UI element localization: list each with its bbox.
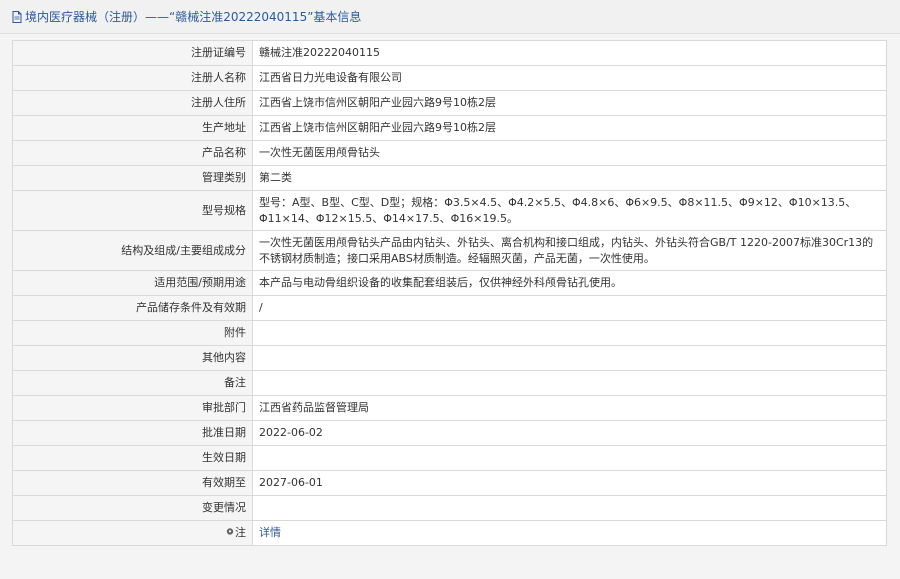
field-value xyxy=(252,445,887,471)
table-row: 产品储存条件及有效期 / xyxy=(12,295,887,321)
field-value: 江西省药品监督管理局 xyxy=(252,395,887,421)
field-label: 注册证编号 xyxy=(12,40,253,66)
field-label: 结构及组成/主要组成成分 xyxy=(12,230,253,271)
note-value: 详情 xyxy=(252,520,887,546)
table-row: 有效期至 2027-06-01 xyxy=(12,470,887,496)
table-row: 型号规格 型号：A型、B型、C型、D型；规格：Φ3.5×4.5、Φ4.2×5.5、… xyxy=(12,190,887,231)
table-row-note: 注 详情 xyxy=(12,520,887,546)
field-label: 变更情况 xyxy=(12,495,253,521)
field-label: 产品储存条件及有效期 xyxy=(12,295,253,321)
table-row: 管理类别 第二类 xyxy=(12,165,887,191)
field-label: 适用范围/预期用途 xyxy=(12,270,253,296)
info-table: 注册证编号 赣械注准20222040115 注册人名称 江西省日力光电设备有限公司 … xyxy=(12,40,887,546)
details-link[interactable]: 详情 xyxy=(259,526,281,539)
note-label: 注 xyxy=(12,520,253,546)
field-label: 型号规格 xyxy=(12,190,253,231)
field-label: 附件 xyxy=(12,320,253,346)
field-value: / xyxy=(252,295,887,321)
table-row: 生效日期 xyxy=(12,445,887,471)
field-value: 一次性无菌医用颅骨钻头 xyxy=(252,140,887,166)
table-row: 注册人名称 江西省日力光电设备有限公司 xyxy=(12,65,887,91)
field-value: 江西省日力光电设备有限公司 xyxy=(252,65,887,91)
field-label: 注册人住所 xyxy=(12,90,253,116)
field-value: 一次性无菌医用颅骨钻头产品由内钻头、外钻头、离合机构和接口组成，内钻头、外钻头符… xyxy=(252,230,887,271)
field-label: 备注 xyxy=(12,370,253,396)
field-value: 江西省上饶市信州区朝阳产业园六路9号10栋2层 xyxy=(252,90,887,116)
table-row: 产品名称 一次性无菌医用颅骨钻头 xyxy=(12,140,887,166)
page-header: 境内医疗器械（注册）——“赣械注准20222040115”基本信息 xyxy=(0,0,900,34)
field-label: 有效期至 xyxy=(12,470,253,496)
field-label: 生效日期 xyxy=(12,445,253,471)
field-value xyxy=(252,320,887,346)
field-label: 管理类别 xyxy=(12,165,253,191)
field-label: 生产地址 xyxy=(12,115,253,141)
table-row: 适用范围/预期用途 本产品与电动骨组织设备的收集配套组装后，仅供神经外科颅骨钻孔使… xyxy=(12,270,887,296)
table-row: 其他内容 xyxy=(12,345,887,371)
table-row: 备注 xyxy=(12,370,887,396)
page-title: 境内医疗器械（注册）——“赣械注准20222040115”基本信息 xyxy=(25,10,362,24)
field-value xyxy=(252,495,887,521)
table-row: 附件 xyxy=(12,320,887,346)
content-area: 注册证编号 赣械注准20222040115 注册人名称 江西省日力光电设备有限公司 … xyxy=(0,34,900,579)
field-label: 审批部门 xyxy=(12,395,253,421)
field-value: 本产品与电动骨组织设备的收集配套组装后，仅供神经外科颅骨钻孔使用。 xyxy=(252,270,887,296)
table-row: 批准日期 2022-06-02 xyxy=(12,420,887,446)
field-value xyxy=(252,370,887,396)
field-value: 2022-06-02 xyxy=(252,420,887,446)
table-row: 变更情况 xyxy=(12,495,887,521)
field-value: 型号：A型、B型、C型、D型；规格：Φ3.5×4.5、Φ4.2×5.5、Φ4.8… xyxy=(252,190,887,231)
table-row: 结构及组成/主要组成成分 一次性无菌医用颅骨钻头产品由内钻头、外钻头、离合机构和接… xyxy=(12,230,887,271)
field-value: 第二类 xyxy=(252,165,887,191)
note-label-text: 注 xyxy=(235,526,246,539)
table-row: 生产地址 江西省上饶市信州区朝阳产业园六路9号10栋2层 xyxy=(12,115,887,141)
document-icon xyxy=(12,10,22,23)
field-value: 赣械注准20222040115 xyxy=(252,40,887,66)
table-row: 审批部门 江西省药品监督管理局 xyxy=(12,395,887,421)
table-row: 注册人住所 江西省上饶市信州区朝阳产业园六路9号10栋2层 xyxy=(12,90,887,116)
field-value: 2027-06-01 xyxy=(252,470,887,496)
field-label: 产品名称 xyxy=(12,140,253,166)
field-label: 注册人名称 xyxy=(12,65,253,91)
field-label: 批准日期 xyxy=(12,420,253,446)
field-label: 其他内容 xyxy=(12,345,253,371)
table-row: 注册证编号 赣械注准20222040115 xyxy=(12,40,887,66)
location-pin-icon xyxy=(226,528,234,535)
field-value xyxy=(252,345,887,371)
field-value: 江西省上饶市信州区朝阳产业园六路9号10栋2层 xyxy=(252,115,887,141)
